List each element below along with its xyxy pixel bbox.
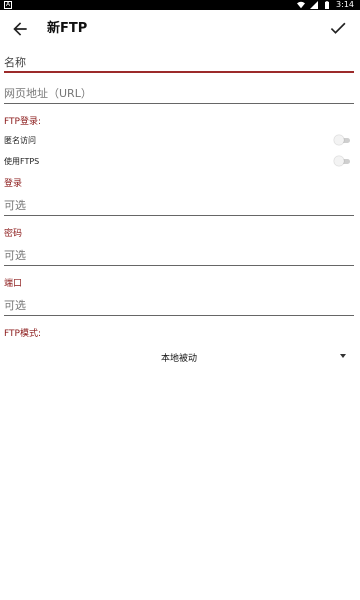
wifi-icon [297,1,306,9]
status-bar: A 3:14 [0,0,360,10]
status-icons: 3:14 [297,0,354,10]
battery-icon [325,1,330,9]
port-input[interactable] [4,295,354,316]
notification-icon: A [4,1,12,9]
app-bar: 新FTP [0,10,360,48]
page-title: 新FTP [47,21,88,36]
login-input[interactable] [4,195,354,216]
use-ftps-toggle[interactable] [334,156,352,166]
back-arrow-icon[interactable] [10,19,30,39]
login-label: 登录 [4,179,23,189]
status-time: 3:14 [336,0,354,9]
ftp-mode-label: FTP模式: [4,329,41,339]
checkmark-icon[interactable] [328,18,348,38]
password-input[interactable] [4,245,354,266]
anonymous-access-toggle[interactable] [334,135,352,145]
login-field [4,194,354,216]
url-field [4,82,354,104]
name-field [4,51,354,73]
dropdown-caret-icon [340,354,346,358]
password-field [4,244,354,266]
url-input[interactable] [4,83,354,104]
name-input[interactable] [4,52,354,73]
password-label: 密码 [4,229,23,239]
ftp-login-label: FTP登录: [4,117,41,127]
use-ftps-label: 使用FTPS [4,157,40,166]
anonymous-access-label: 匿名访问 [4,136,36,145]
port-field [4,294,354,316]
ftp-mode-select[interactable]: 本地被动 [4,348,354,366]
port-label: 端口 [4,279,23,289]
signal-icon [310,1,319,9]
ftp-mode-value: 本地被动 [160,354,197,364]
